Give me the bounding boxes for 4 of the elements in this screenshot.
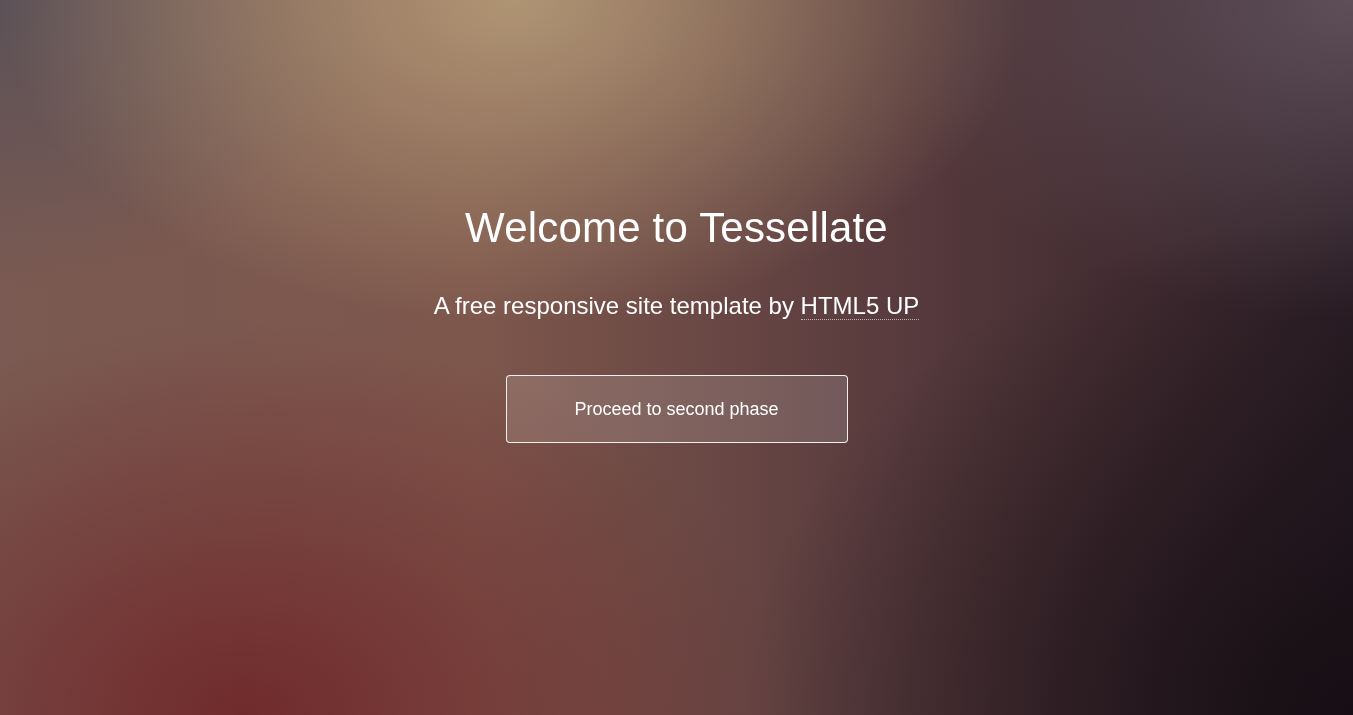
proceed-button[interactable]: Proceed to second phase bbox=[505, 375, 848, 443]
tagline: A free responsive site template by HTML5 UP bbox=[433, 291, 920, 322]
author-link[interactable]: HTML5 UP bbox=[800, 292, 920, 320]
page-title: Welcome to Tessellate bbox=[465, 203, 888, 253]
